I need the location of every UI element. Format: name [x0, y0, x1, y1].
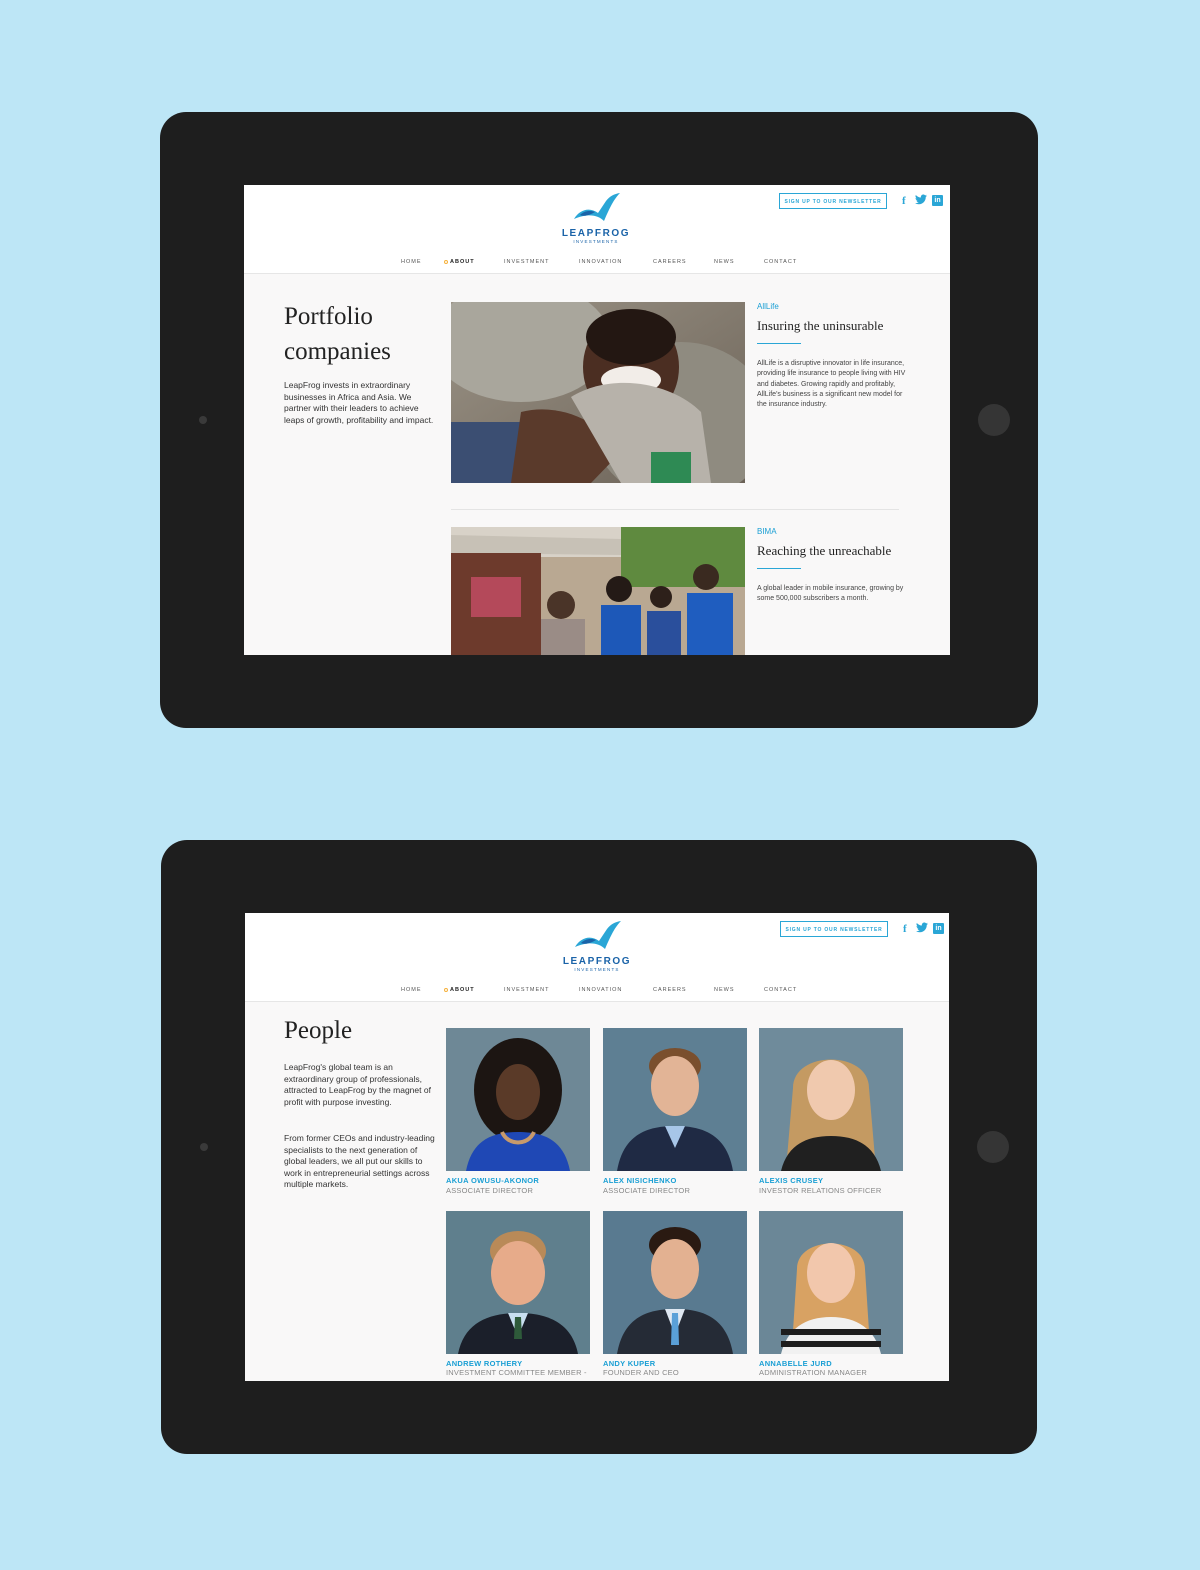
person-role: INVESTMENT COMMITTEE MEMBER - — [446, 1368, 587, 1377]
site-header: LEAPFROG INVESTMENTS SIGN UP TO OUR NEWS… — [245, 913, 949, 1002]
company-name-alllife[interactable]: AllLife — [757, 302, 779, 311]
nav-innovation[interactable]: INNOVATION — [579, 987, 622, 993]
bima-photo[interactable] — [451, 527, 745, 655]
logo-subtitle: INVESTMENTS — [574, 967, 620, 972]
facebook-icon[interactable]: f — [903, 923, 907, 935]
person-photo-annabelle[interactable] — [759, 1211, 903, 1354]
person-name[interactable]: ANNABELLE JURD — [759, 1359, 832, 1368]
person-name[interactable]: ANDREW ROTHERY — [446, 1359, 522, 1368]
tablet-home-button[interactable] — [977, 1131, 1009, 1163]
nav-home[interactable]: HOME — [401, 259, 422, 265]
company-description-alllife: AllLife is a disruptive innovator in lif… — [757, 360, 906, 409]
company-divider — [451, 509, 899, 510]
newsletter-button[interactable]: SIGN UP TO OUR NEWSLETTER — [779, 193, 887, 209]
logo-subtitle: INVESTMENTS — [573, 239, 619, 244]
company-description-bima: A global leader in mobile insurance, gro… — [757, 585, 904, 603]
nav-news[interactable]: NEWS — [714, 987, 735, 993]
person-name[interactable]: ALEX NISICHENKO — [603, 1176, 677, 1185]
portfolio-intro: LeapFrog invests in extraordinary busine… — [284, 380, 434, 425]
people-intro-p2: From former CEOs and industry-leading sp… — [284, 1133, 435, 1189]
tablet-home-button[interactable] — [978, 404, 1010, 436]
nav-home[interactable]: HOME — [401, 987, 422, 993]
nav-active-marker — [444, 260, 448, 264]
person-name[interactable]: ALEXIS CRUSEY — [759, 1176, 823, 1185]
nav-about[interactable]: ABOUT — [450, 259, 475, 265]
page-title: Portfolio companies — [284, 299, 391, 369]
person-role: ADMINISTRATION MANAGER — [759, 1368, 868, 1377]
leapfrog-logo[interactable]: LEAPFROG INVESTMENTS — [556, 193, 636, 244]
nav-innovation[interactable]: INNOVATION — [579, 259, 622, 265]
person-role: INVESTOR RELATIONS OFFICER — [759, 1186, 882, 1195]
company-rule — [757, 343, 801, 344]
nav-careers[interactable]: CAREERS — [653, 987, 687, 993]
linkedin-icon[interactable]: in — [932, 195, 943, 206]
company-name-bima[interactable]: BIMA — [757, 527, 777, 536]
person-photo-alex[interactable] — [603, 1028, 747, 1171]
nav-contact[interactable]: CONTACT — [764, 259, 797, 265]
tablet-camera — [200, 1143, 208, 1151]
alllife-photo[interactable] — [451, 302, 745, 483]
nav-active-marker — [444, 988, 448, 992]
person-photo-andy[interactable] — [603, 1211, 747, 1354]
nav-investment[interactable]: INVESTMENT — [504, 259, 549, 265]
leapfrog-mark-icon — [574, 193, 620, 221]
page-title: People — [284, 1017, 353, 1044]
portfolio-screen: LEAPFROG INVESTMENTS SIGN UP TO OUR NEWS… — [244, 185, 950, 655]
facebook-icon[interactable]: f — [902, 195, 906, 207]
site-header: LEAPFROG INVESTMENTS SIGN UP TO OUR NEWS… — [244, 185, 950, 274]
main-nav: HOME ABOUT INVESTMENT INNOVATION CAREERS… — [245, 987, 949, 997]
person-photo-andrew[interactable] — [446, 1211, 590, 1354]
company-rule — [757, 568, 801, 569]
leapfrog-logo[interactable]: LEAPFROG INVESTMENTS — [557, 921, 637, 972]
main-nav: HOME ABOUT INVESTMENT INNOVATION CAREERS… — [244, 259, 950, 269]
tablet-portfolio: LEAPFROG INVESTMENTS SIGN UP TO OUR NEWS… — [160, 112, 1038, 728]
logo-wordmark: LEAPFROG — [562, 956, 632, 967]
people-intro-p1: LeapFrog's global team is an extraordina… — [284, 1062, 431, 1107]
tablet-camera — [199, 416, 207, 424]
company-tagline-bima: Reaching the unreachable — [757, 543, 892, 558]
person-role: ASSOCIATE DIRECTOR — [603, 1186, 691, 1195]
person-role: FOUNDER AND CEO — [603, 1368, 679, 1377]
nav-investment[interactable]: INVESTMENT — [504, 987, 549, 993]
leapfrog-mark-icon — [575, 921, 621, 949]
logo-wordmark: LEAPFROG — [561, 228, 631, 239]
company-tagline-alllife: Insuring the uninsurable — [757, 318, 884, 333]
page-title-line1: Portfolio — [284, 303, 373, 330]
person-name[interactable]: AKUA OWUSU-AKONOR — [446, 1176, 539, 1185]
twitter-icon[interactable] — [915, 194, 927, 208]
tablet-people: LEAPFROG INVESTMENTS SIGN UP TO OUR NEWS… — [161, 840, 1037, 1454]
twitter-icon[interactable] — [916, 922, 928, 936]
nav-careers[interactable]: CAREERS — [653, 259, 687, 265]
person-photo-alexis[interactable] — [759, 1028, 903, 1171]
newsletter-button[interactable]: SIGN UP TO OUR NEWSLETTER — [780, 921, 888, 937]
nav-news[interactable]: NEWS — [714, 259, 735, 265]
person-name[interactable]: ANDY KUPER — [603, 1359, 655, 1368]
linkedin-icon[interactable]: in — [933, 923, 944, 934]
person-role: ASSOCIATE DIRECTOR — [446, 1186, 534, 1195]
people-screen: LEAPFROG INVESTMENTS SIGN UP TO OUR NEWS… — [245, 913, 949, 1381]
nav-about[interactable]: ABOUT — [450, 987, 475, 993]
person-photo-akua[interactable] — [446, 1028, 590, 1171]
nav-contact[interactable]: CONTACT — [764, 987, 797, 993]
page-title-line2: companies — [284, 338, 391, 365]
